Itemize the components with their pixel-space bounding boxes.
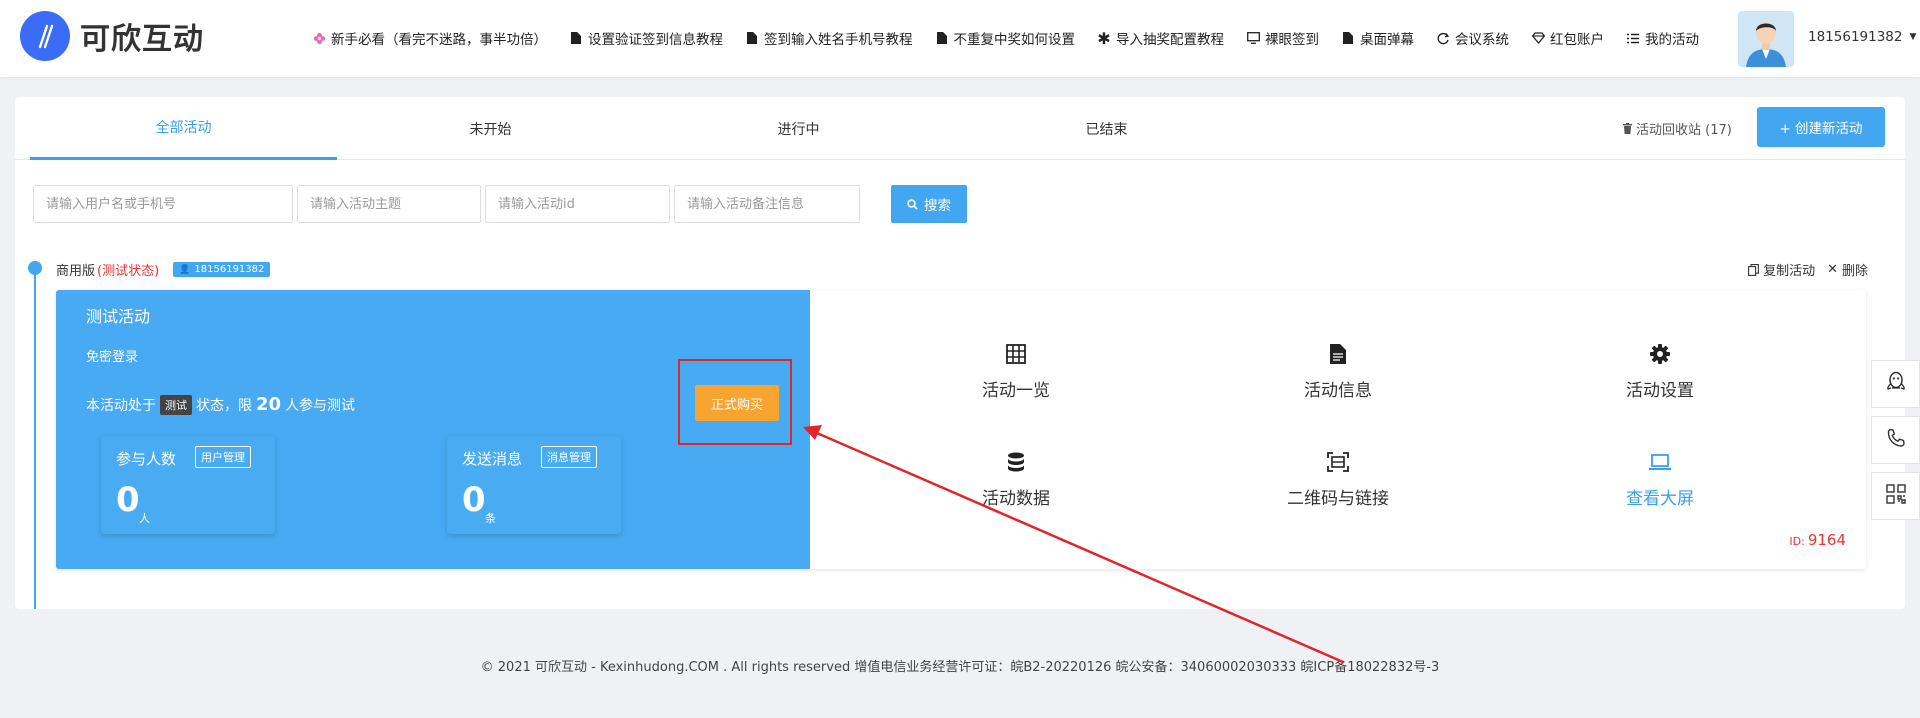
footer: © 2021 可欣互动 - Kexinhudong.COM . All righ… xyxy=(480,660,1440,675)
close-icon: ✕ xyxy=(1827,262,1838,277)
username-phone-input[interactable] xyxy=(33,185,293,223)
nav-item-my-activities[interactable]: 我的活动 xyxy=(1626,28,1699,48)
activity-id-input[interactable] xyxy=(485,185,670,223)
func-activity-data[interactable]: 活动数据 xyxy=(916,451,1116,509)
owner-badge: 👤 18156191382 xyxy=(173,262,271,277)
list-icon xyxy=(1626,31,1640,45)
top-bar: 可欣互动 新手必看（看完不迷路，事半功倍） 设置验证签到信息教程 签到输入姓名手… xyxy=(0,0,1920,77)
document-icon xyxy=(935,31,949,45)
phone-service-button[interactable] xyxy=(1871,416,1920,464)
activity-id: ID: 9164 xyxy=(1789,531,1846,549)
nav-item-meeting-system[interactable]: 会议系统 xyxy=(1436,28,1509,48)
top-nav: 新手必看（看完不迷路，事半功倍） 设置验证签到信息教程 签到输入姓名手机号教程 … xyxy=(312,28,1721,48)
user-menu[interactable]: 18156191382 ▼ xyxy=(1808,29,1916,45)
qrcode-scan-icon xyxy=(1327,451,1349,473)
func-activity-settings[interactable]: 活动设置 xyxy=(1560,343,1760,401)
search-icon xyxy=(907,198,918,210)
func-activity-info[interactable]: 活动信息 xyxy=(1238,343,1438,401)
timeline-dot xyxy=(28,261,42,275)
search-button[interactable]: 搜索 xyxy=(891,185,967,223)
tab-not-started[interactable]: 未开始 xyxy=(337,97,644,160)
buy-highlight-box: 正式购买 xyxy=(678,359,792,445)
grid-icon xyxy=(1005,343,1027,365)
status-tabs: 全部活动 未开始 进行中 已结束 活动回收站 (17) + 创建新活动 xyxy=(15,97,1905,160)
recycle-bin-link[interactable]: 活动回收站 (17) xyxy=(1623,119,1732,138)
document-icon xyxy=(569,31,583,45)
monitor-icon xyxy=(1246,31,1260,45)
nav-item-beginner-guide[interactable]: 新手必看（看完不迷路，事半功倍） xyxy=(312,28,547,48)
user-manage-button[interactable]: 用户管理 xyxy=(195,446,251,468)
qrcode-icon xyxy=(1885,484,1906,508)
participants-stat: 参与人数 用户管理 0 人 xyxy=(101,436,275,534)
copy-activity-button[interactable]: 复制活动 xyxy=(1748,260,1815,279)
formal-purchase-button[interactable]: 正式购买 xyxy=(695,385,779,421)
document-icon xyxy=(745,31,759,45)
delete-activity-button[interactable]: ✕ 删除 xyxy=(1827,260,1868,279)
nav-item-desktop-barrage[interactable]: 桌面弹幕 xyxy=(1341,28,1414,48)
nav-item-redpacket-account[interactable]: 红包账户 xyxy=(1531,28,1604,48)
flower-icon xyxy=(312,31,326,45)
side-float-bar xyxy=(1871,360,1920,528)
cycle-icon xyxy=(1436,31,1450,45)
version-label: 商用版 xyxy=(56,264,96,279)
laptop-icon xyxy=(1649,451,1671,473)
user-icon: 👤 xyxy=(179,264,191,275)
func-activity-overview[interactable]: 活动一览 xyxy=(916,343,1116,401)
avatar[interactable] xyxy=(1738,11,1794,67)
messages-stat: 发送消息 消息管理 0 条 xyxy=(447,436,621,534)
func-view-big-screen[interactable]: 查看大屏 xyxy=(1560,451,1760,509)
qq-service-button[interactable] xyxy=(1871,360,1920,408)
note-input[interactable] xyxy=(674,185,860,223)
tab-in-progress[interactable]: 进行中 xyxy=(645,97,952,160)
message-manage-button[interactable]: 消息管理 xyxy=(541,446,597,468)
activity-header: 商用版 (测试状态) 👤 18156191382 xyxy=(56,260,271,279)
login-mode: 免密登录 xyxy=(86,350,139,365)
logo-text: 可欣互动 xyxy=(80,22,204,57)
file-icon xyxy=(1327,343,1349,365)
nav-item-no-repeat-prize[interactable]: 不重复中奖如何设置 xyxy=(935,28,1075,48)
func-qrcode-link[interactable]: 二维码与链接 xyxy=(1238,451,1438,509)
create-activity-button[interactable]: + 创建新活动 xyxy=(1757,107,1885,147)
activity-title: 测试活动 xyxy=(86,307,151,326)
qq-penguin-icon xyxy=(1886,371,1906,397)
asterisk-icon: ✱ xyxy=(1097,28,1111,48)
trash-icon xyxy=(1623,123,1632,134)
logo[interactable]: 可欣互动 xyxy=(20,11,204,61)
nav-item-name-phone-signin[interactable]: 签到输入姓名手机号教程 xyxy=(745,28,913,48)
activity-functions: 活动一览 活动信息 活动设置 活动数据 二维码与链接 查看大屏 ID: 9164 xyxy=(810,290,1866,569)
copy-icon xyxy=(1748,263,1760,276)
activity-card-summary: 测试活动 免密登录 本活动处于 测试 状态，限 20 人参与测试 正式购买 参与… xyxy=(56,290,810,569)
timeline-line xyxy=(34,275,36,609)
gear-icon xyxy=(1649,343,1671,365)
test-state-label: (测试状态) xyxy=(97,264,160,279)
document-icon xyxy=(1341,31,1355,45)
tab-all-activities[interactable]: 全部活动 xyxy=(30,97,337,160)
qrcode-button[interactable] xyxy=(1871,472,1920,520)
database-icon xyxy=(1005,451,1027,473)
nav-item-naked-eye-signin[interactable]: 裸眼签到 xyxy=(1246,28,1319,48)
logo-icon xyxy=(20,11,70,61)
status-badge: 测试 xyxy=(160,394,192,415)
activity-status-text: 本活动处于 测试 状态，限 20 人参与测试 xyxy=(86,394,356,415)
nav-item-verify-signin[interactable]: 设置验证签到信息教程 xyxy=(569,28,723,48)
diamond-icon xyxy=(1531,31,1545,45)
nav-item-import-lottery[interactable]: ✱ 导入抽奖配置教程 xyxy=(1097,28,1224,49)
phone-icon xyxy=(1886,428,1906,452)
topic-input[interactable] xyxy=(297,185,481,223)
activity-card: 测试活动 免密登录 本活动处于 测试 状态，限 20 人参与测试 正式购买 参与… xyxy=(56,290,1866,569)
caret-down-icon: ▼ xyxy=(1909,32,1917,42)
participant-limit: 20 xyxy=(256,394,282,415)
tab-ended[interactable]: 已结束 xyxy=(953,97,1260,160)
activity-actions: 复制活动 ✕ 删除 xyxy=(1736,260,1868,279)
